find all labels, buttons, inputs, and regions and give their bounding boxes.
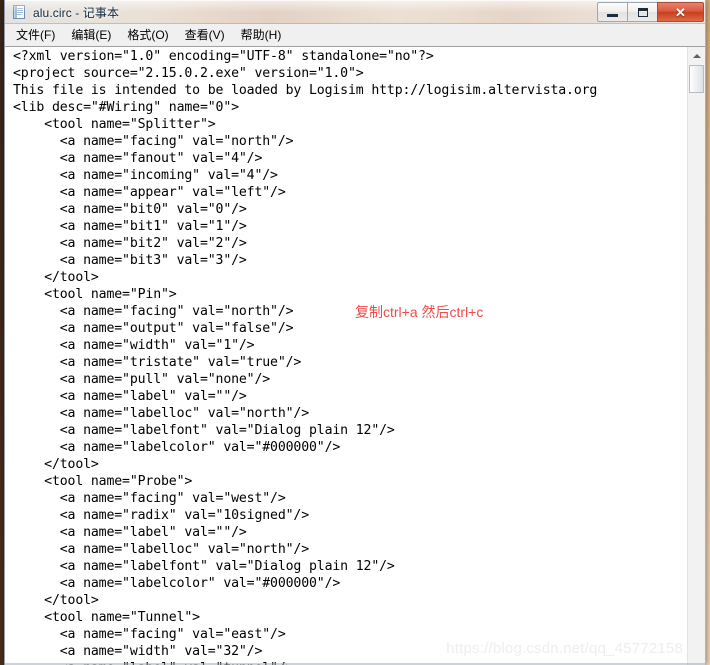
editor-line: <a name="bit2" val="2"/> [13, 236, 247, 251]
editor-line: <a name="labelcolor" val="#000000"/> [13, 440, 341, 455]
notepad-window: alu.circ - 记事本 ✕ 文件(F) 编辑(E) 格式(O) 查看(V)… [4, 0, 706, 665]
editor-line: <a name="label" val=""/> [13, 389, 247, 404]
editor-line: <a name="labelloc" val="north"/> [13, 542, 310, 557]
window-controls: ✕ [597, 2, 704, 22]
window-title-bar[interactable]: alu.circ - 记事本 ✕ [5, 0, 705, 24]
editor-line: <a name="labelcolor" val="#000000"/> [13, 576, 341, 591]
minimize-icon [607, 13, 618, 17]
editor-line: <a name="appear" val="left"/> [13, 185, 286, 200]
maximize-button[interactable] [627, 2, 657, 22]
editor-line: <a name="labelloc" val="north"/> [13, 406, 310, 421]
menu-item-help[interactable]: 帮助(H) [233, 24, 290, 46]
editor-line: <a name="bit0" val="0"/> [13, 202, 247, 217]
minimize-button[interactable] [597, 2, 627, 22]
menu-item-edit[interactable]: 编辑(E) [63, 24, 119, 46]
editor-line: <?xml version="1.0" encoding="UTF-8" sta… [13, 49, 434, 64]
close-icon: ✕ [675, 4, 686, 20]
editor-line: <a name="facing" val="north"/> [13, 134, 294, 149]
editor-line: <lib desc="#Wiring" name="0"> [13, 100, 239, 115]
scroll-up-button[interactable] [688, 47, 705, 64]
editor-line: <a name="radix" val="10signed"/> [13, 508, 310, 523]
vertical-scrollbar[interactable] [687, 47, 705, 665]
editor-line: This file is intended to be loaded by Lo… [13, 83, 598, 98]
editor-line: <project source="2.15.0.2.exe" version="… [13, 66, 364, 81]
text-editor[interactable]: <?xml version="1.0" encoding="UTF-8" sta… [5, 47, 687, 665]
editor-line: <a name="output" val="false"/> [13, 321, 294, 336]
editor-line: </tool> [13, 593, 99, 608]
maximize-icon [637, 7, 648, 17]
editor-line: <a name="facing" val="north"/> [13, 304, 294, 319]
client-area: <?xml version="1.0" encoding="UTF-8" sta… [5, 46, 705, 665]
editor-line: <a name="labelfont" val="Dialog plain 12… [13, 423, 395, 438]
editor-line: <a name="pull" val="none"/> [13, 372, 271, 387]
editor-line: <a name="fanout" val="4"/> [13, 151, 263, 166]
editor-line: <a name="facing" val="west"/> [13, 491, 286, 506]
editor-line: <a name="tristate" val="true"/> [13, 355, 302, 370]
window-title: alu.circ - 记事本 [33, 5, 120, 20]
editor-line: <a name="bit1" val="1"/> [13, 219, 247, 234]
editor-line: <a name="labelfont" val="Dialog plain 12… [13, 559, 395, 574]
scrollbar-track[interactable] [688, 64, 705, 665]
menu-item-format[interactable]: 格式(O) [119, 24, 176, 46]
annotation-text: 复制ctrl+a 然后ctrl+c [355, 304, 484, 320]
close-button[interactable]: ✕ [657, 2, 704, 22]
editor-line: <tool name="Pin"> [13, 287, 177, 302]
menu-item-view[interactable]: 查看(V) [177, 24, 233, 46]
menu-bar: 文件(F) 编辑(E) 格式(O) 查看(V) 帮助(H) [5, 24, 705, 46]
editor-line: <tool name="Probe"> [13, 474, 193, 489]
notepad-icon [11, 4, 27, 20]
editor-line: </tool> [13, 457, 99, 472]
menu-item-file[interactable]: 文件(F) [8, 24, 63, 46]
editor-line: </tool> [13, 270, 99, 285]
editor-line: <a name="bit3" val="3"/> [13, 253, 247, 268]
watermark-text: https://blog.csdn.net/qq_45772158 [446, 640, 683, 657]
editor-line: <a name="incoming" val="4"/> [13, 168, 278, 183]
scrollbar-thumb[interactable] [689, 65, 704, 93]
editor-line: <a name="width" val="1"/> [13, 338, 255, 353]
editor-line: <tool name="Splitter"> [13, 117, 216, 132]
editor-line: <a name="label" val=""/> [13, 525, 247, 540]
scroll-up-arrow-icon [692, 53, 701, 58]
editor-line: <tool name="Tunnel"> [13, 610, 200, 625]
editor-lines: <?xml version="1.0" encoding="UTF-8" sta… [13, 48, 687, 665]
